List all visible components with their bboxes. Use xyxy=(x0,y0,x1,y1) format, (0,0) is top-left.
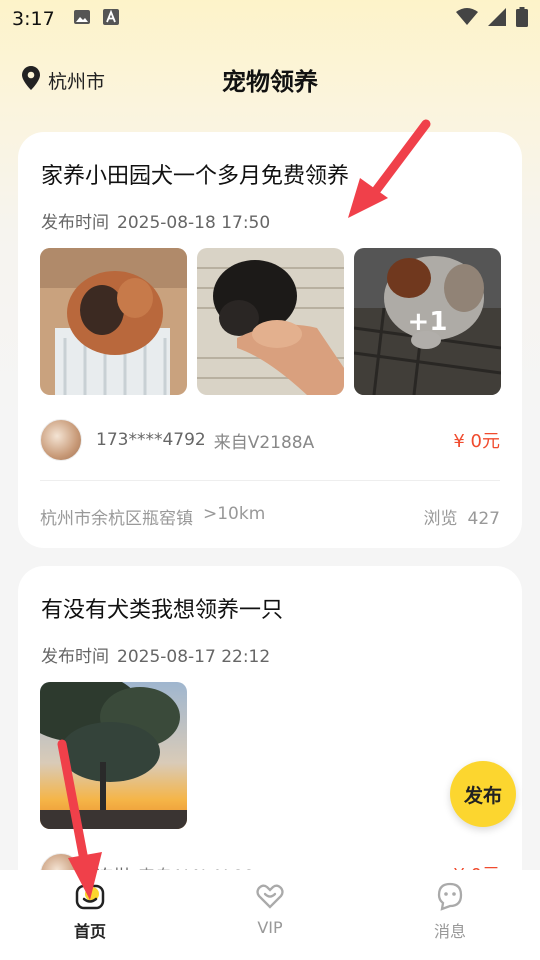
tab-vip[interactable]: VIP xyxy=(180,870,360,960)
tab-messages[interactable]: 消息 xyxy=(360,870,540,960)
post-photos: +1 xyxy=(40,248,501,395)
tab-label: 首页 xyxy=(73,922,106,941)
message-icon xyxy=(434,880,466,912)
post-time-value: 2025-08-17 22:12 xyxy=(117,647,271,667)
post-title: 有没有犬类我想领养一只 xyxy=(41,598,284,623)
avatar[interactable] xyxy=(40,419,82,461)
status-time: 3:17 xyxy=(12,8,55,30)
publish-button[interactable]: 发布 xyxy=(450,761,516,827)
post-photo[interactable]: +1 xyxy=(354,248,501,395)
tab-home[interactable]: 首页 xyxy=(0,870,180,960)
post-photo[interactable] xyxy=(40,682,187,829)
post-photo[interactable] xyxy=(197,248,344,395)
city-selector[interactable]: 杭州市 xyxy=(22,66,105,94)
post-location: 杭州市余杭区瓶窑镇 xyxy=(40,509,193,529)
home-icon xyxy=(74,880,106,912)
post-location-row: 杭州市余杭区瓶窑镇 >10km 浏览 427 xyxy=(40,504,500,529)
vip-heart-icon xyxy=(254,880,286,912)
tab-label: VIP xyxy=(257,918,283,937)
views-count: 427 xyxy=(467,509,500,529)
views-label: 浏览 xyxy=(423,509,458,529)
post-user-row: 173****4792 来自V2188A ¥ 0元 xyxy=(40,418,500,462)
post-time: 发布时间 2025-08-17 22:12 xyxy=(41,642,270,667)
city-name: 杭州市 xyxy=(48,70,106,93)
post-time-label: 发布时间 xyxy=(41,213,109,233)
user-device: 来自V2188A xyxy=(213,432,315,453)
post-photo[interactable] xyxy=(40,248,187,395)
image-icon xyxy=(73,9,91,29)
post-title: 家养小田园犬一个多月免费领养 xyxy=(41,164,350,189)
a-font-icon xyxy=(102,9,119,29)
post-views: 浏览 427 xyxy=(424,504,500,529)
post-time-label: 发布时间 xyxy=(41,647,109,667)
battery-icon xyxy=(516,7,528,31)
location-pin-icon xyxy=(22,66,40,94)
wifi-icon xyxy=(456,8,478,30)
price: ¥ 0元 xyxy=(453,431,500,452)
post-distance: >10km xyxy=(203,504,266,524)
divider xyxy=(40,480,500,481)
post-time-value: 2025-08-18 17:50 xyxy=(117,213,271,233)
user-name: 173****4792 xyxy=(96,430,206,450)
post-time: 发布时间 2025-08-18 17:50 xyxy=(41,208,270,233)
post-photos xyxy=(40,682,187,829)
post-card[interactable]: 家养小田园犬一个多月免费领养 发布时间 2025-08-18 17:50 +1 … xyxy=(18,132,522,548)
signal-icon xyxy=(488,8,506,30)
more-photos-count: +1 xyxy=(354,248,501,395)
app-header: 宠物领养 杭州市 xyxy=(0,52,540,108)
status-bar: 3:17 xyxy=(0,0,540,38)
bottom-tab-bar: 首页 VIP 消息 xyxy=(0,870,540,960)
tab-label: 消息 xyxy=(433,922,466,941)
